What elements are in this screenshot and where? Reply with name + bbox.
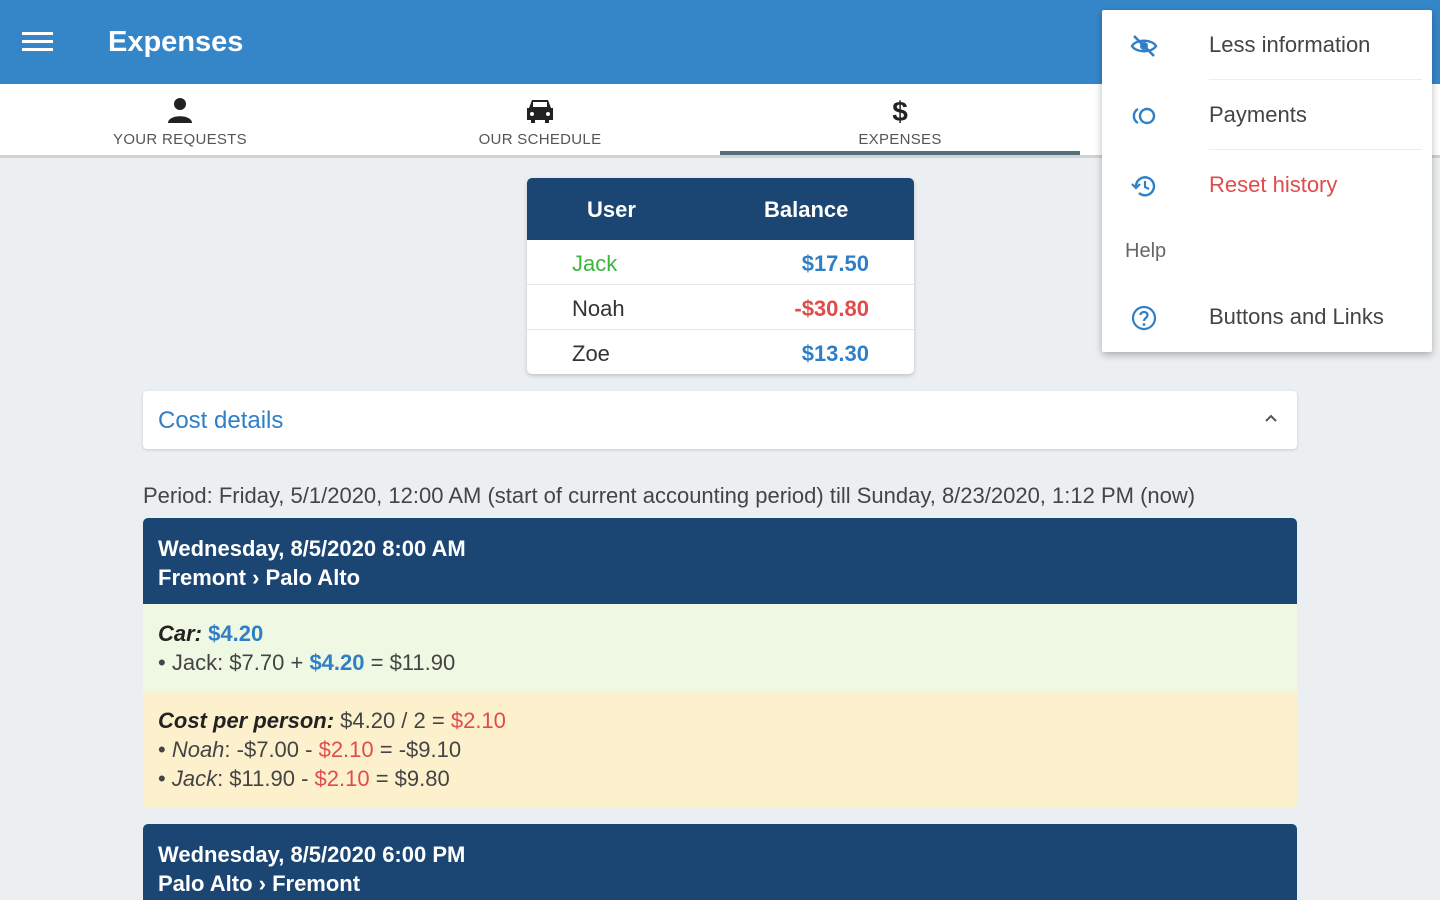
car-cost-section: Car: $4.20 • Jack: $7.70 + $4.20 = $11.9…	[143, 604, 1297, 691]
table-row: Jack $17.50	[527, 240, 914, 285]
trip-card: Wednesday, 8/5/2020 8:00 AM Fremont › Pa…	[143, 518, 1297, 807]
calc-amount: $4.20	[309, 650, 365, 675]
menu-item-label: Buttons and Links	[1209, 304, 1384, 329]
help-circle-icon	[1131, 305, 1157, 331]
trip-card: Wednesday, 8/5/2020 6:00 PM Palo Alto › …	[143, 824, 1297, 900]
user-balance: $17.50	[801, 251, 869, 276]
per-person-section: Cost per person: $4.20 / 2 = $2.10 • Noa…	[143, 691, 1297, 807]
per-person-label: Cost per person:	[158, 708, 335, 733]
column-header-balance: Balance	[764, 197, 849, 222]
trip-date: Wednesday, 8/5/2020 8:00 AM	[158, 536, 466, 561]
user-balance: $13.30	[801, 341, 869, 366]
calc-amount: $2.10	[314, 766, 370, 791]
tab-label: OUR SCHEDULE	[478, 131, 602, 148]
cost-details-title: Cost details	[158, 407, 284, 434]
chevron-up-icon	[1265, 414, 1277, 422]
menu-item-payments[interactable]: Payments	[1102, 80, 1432, 150]
dollar-icon: $	[892, 96, 908, 124]
hamburger-menu-icon[interactable]	[22, 30, 54, 54]
table-row: Noah -$30.80	[527, 285, 914, 330]
user-name: Noah	[572, 296, 625, 321]
bullet: •	[158, 766, 172, 791]
calc-start: : $11.90 -	[217, 766, 315, 791]
car-icon	[527, 100, 553, 123]
trip-date: Wednesday, 8/5/2020 6:00 PM	[158, 842, 466, 867]
trip-route: Palo Alto › Fremont	[158, 871, 361, 896]
per-person-line: Cost per person: $4.20 / 2 = $2.10	[158, 706, 1282, 735]
tab-expenses[interactable]: $ EXPENSES	[720, 84, 1080, 155]
cost-details-toggle[interactable]: Cost details	[143, 391, 1297, 449]
trip-route: Fremont › Palo Alto	[158, 565, 361, 590]
column-header-user: User	[587, 197, 636, 222]
bullet: •	[158, 737, 172, 762]
calc-amount: $2.10	[318, 737, 374, 762]
calc-start: : $7.70 +	[217, 650, 310, 675]
eye-off-icon	[1130, 35, 1158, 57]
calc-end: = -$9.10	[373, 737, 462, 762]
balance-table: User Balance Jack $17.50 Noah -$30.80 Zo…	[527, 178, 914, 374]
menu-item-label: Reset history	[1209, 172, 1338, 197]
per-person-calc: $4.20 / 2 =	[334, 708, 451, 733]
per-person-calc-line: • Jack: $11.90 - $2.10 = $9.80	[158, 764, 1282, 793]
user-name: Jack	[572, 251, 618, 276]
per-person-result: $2.10	[450, 708, 506, 733]
person-icon	[168, 98, 192, 123]
car-calc-line: • Jack: $7.70 + $4.20 = $11.90	[158, 648, 1282, 677]
tab-your-requests[interactable]: YOUR REQUESTS	[0, 84, 360, 155]
tab-our-schedule[interactable]: OUR SCHEDULE	[360, 84, 720, 155]
app-title: Expenses	[108, 26, 244, 58]
table-row: Zoe $13.30	[527, 330, 914, 374]
menu-item-buttons-and-links[interactable]: Buttons and Links	[1102, 282, 1432, 352]
menu-item-label: Less information	[1209, 32, 1371, 57]
history-icon	[1131, 176, 1156, 197]
per-person-calc-line: • Noah: -$7.00 - $2.10 = -$9.10	[158, 735, 1282, 764]
calc-end: = $11.90	[364, 650, 456, 675]
payments-icon	[1132, 107, 1156, 125]
trip-header: Wednesday, 8/5/2020 6:00 PM Palo Alto › …	[143, 824, 1297, 900]
user-name: Zoe	[572, 341, 610, 366]
bullet: •	[158, 650, 172, 675]
user-balance: -$30.80	[794, 296, 869, 321]
menu-item-label: Payments	[1209, 102, 1307, 127]
calc-person: Noah	[171, 737, 225, 762]
calc-end: = $9.80	[369, 766, 450, 791]
menu-item-reset-history[interactable]: Reset history	[1102, 150, 1432, 220]
period-text: Period: Friday, 5/1/2020, 12:00 AM (star…	[143, 483, 1196, 508]
calc-person: Jack	[171, 766, 218, 791]
tab-label: YOUR REQUESTS	[113, 131, 247, 148]
car-label: Car:	[158, 621, 203, 646]
svg-text:$: $	[892, 96, 908, 124]
help-section-header: Help	[1125, 240, 1167, 262]
car-cost-line: Car: $4.20	[158, 619, 1282, 648]
calc-start: : -$7.00 -	[224, 737, 319, 762]
menu-item-less-information[interactable]: Less information	[1102, 10, 1432, 80]
overflow-menu: Less information Payments Reset history …	[1102, 10, 1432, 352]
car-amount: $4.20	[208, 621, 264, 646]
calc-person: Jack	[171, 650, 218, 675]
tab-label: EXPENSES	[858, 131, 942, 148]
balance-table-header: User Balance	[527, 178, 914, 240]
trip-header: Wednesday, 8/5/2020 8:00 AM Fremont › Pa…	[143, 518, 1297, 604]
